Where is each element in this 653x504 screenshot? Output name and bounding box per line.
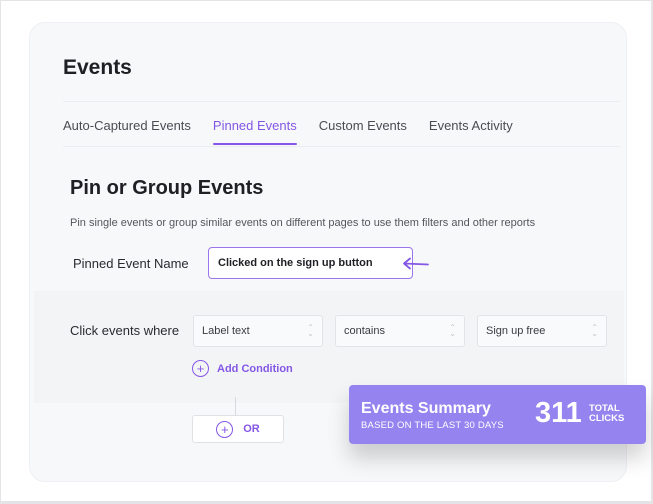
section-description: Pin single events or group similar event…: [70, 217, 536, 229]
or-label: OR: [243, 423, 260, 435]
total-clicks-label: TOTAL CLICKS: [589, 404, 624, 424]
tab-custom-events[interactable]: Custom Events: [319, 118, 429, 133]
select-chevron-icon: ⌃ ⌄: [307, 323, 314, 338]
tab-pinned-events[interactable]: Pinned Events: [212, 118, 319, 145]
pinned-event-name-input[interactable]: Clicked on the sign up button: [208, 247, 413, 279]
tab-events-activity[interactable]: Events Activity: [429, 118, 535, 133]
tab-bar: Auto-Captured Events Pinned Events Custo…: [63, 118, 535, 145]
property-select[interactable]: Label text ⌃ ⌄: [193, 315, 323, 347]
tab-auto-captured-events[interactable]: Auto-Captured Events: [63, 118, 213, 133]
plus-circle-icon: +: [216, 420, 234, 438]
value-select[interactable]: Sign up free ⌃ ⌄: [477, 315, 607, 347]
tabs-divider: [63, 146, 620, 147]
events-summary-card: Events Summary BASED ON THE LAST 30 DAYS…: [349, 385, 646, 444]
select-chevron-icon: ⌃ ⌄: [449, 323, 456, 338]
click-events-where-label: Click events where: [70, 323, 180, 338]
pinned-event-name-label: Pinned Event Name: [73, 256, 189, 271]
connector-line: [235, 397, 236, 415]
page-title: Events: [63, 56, 132, 79]
add-condition-label: Add Condition: [217, 362, 293, 375]
pinned-event-name-value: Clicked on the sign up button: [218, 257, 373, 269]
operator-select[interactable]: contains ⌃ ⌄: [335, 315, 465, 347]
section-title: Pin or Group Events: [70, 177, 264, 199]
arrow-left-icon: [403, 257, 429, 270]
title-divider: [63, 101, 620, 102]
plus-circle-icon: +: [192, 360, 209, 377]
operator-select-value: contains: [344, 325, 385, 337]
total-clicks-count: 311: [535, 397, 582, 429]
summary-subtitle: BASED ON THE LAST 30 DAYS: [361, 420, 504, 431]
select-chevron-icon: ⌃ ⌄: [591, 323, 598, 338]
total-clicks-label-line2: CLICKS: [589, 413, 625, 424]
summary-title: Events Summary: [361, 400, 491, 417]
value-select-value: Sign up free: [486, 325, 546, 337]
add-condition-button[interactable]: + Add Condition: [192, 360, 293, 377]
or-button[interactable]: + OR: [192, 415, 284, 443]
property-select-value: Label text: [202, 325, 250, 337]
